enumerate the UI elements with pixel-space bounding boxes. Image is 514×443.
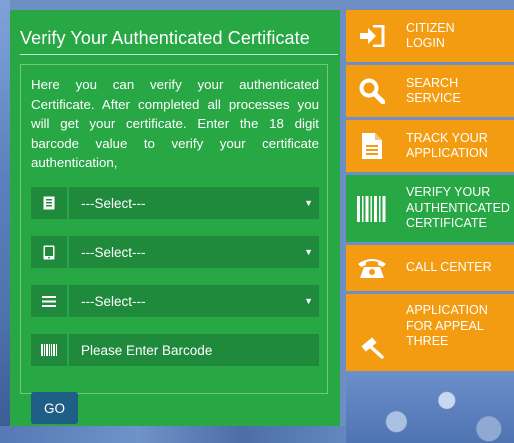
- document-icon: [31, 187, 67, 219]
- select-value-2: ---Select---: [81, 244, 146, 260]
- gavel-icon: [346, 333, 398, 371]
- menu-item-appeal-three[interactable]: APPLICATION FOR APPEAL THREE: [346, 294, 514, 371]
- menu-item-verify-certificate[interactable]: VERIFY YOUR AUTHENTICATED CERTIFICATE: [346, 175, 514, 242]
- select-dropdown-1[interactable]: ---Select--- ▼: [69, 187, 319, 219]
- select-row-1: ---Select--- ▼: [31, 187, 319, 219]
- menu-label-citizen-login: CITIZEN LOGIN: [406, 20, 455, 51]
- verify-form: Here you can verify your authenticated C…: [20, 64, 328, 424]
- go-button[interactable]: GO: [31, 392, 78, 424]
- panel-title: Verify Your Authenticated Certificate: [20, 28, 310, 48]
- background-photo-right: [346, 372, 514, 443]
- login-icon: [346, 25, 398, 47]
- menu-label-search-service: SEARCH SERVICE: [406, 75, 461, 106]
- barcode-row: Please Enter Barcode: [31, 334, 319, 366]
- side-menu: CITIZEN LOGIN SEARCH SERVICE TRACK YOUR …: [346, 10, 514, 374]
- list-icon: [31, 285, 67, 317]
- caret-down-icon: ▼: [304, 247, 313, 257]
- menu-item-search-service[interactable]: SEARCH SERVICE: [346, 65, 514, 117]
- select-dropdown-2[interactable]: ---Select--- ▼: [69, 236, 319, 268]
- barcode-icon: [346, 195, 398, 222]
- document-icon: [346, 132, 398, 160]
- barcode-icon: [31, 334, 67, 366]
- select-row-3: ---Select--- ▼: [31, 285, 319, 317]
- select-value-1: ---Select---: [81, 195, 146, 211]
- intro-text: Here you can verify your authenticated C…: [31, 77, 319, 171]
- barcode-placeholder: Please Enter Barcode: [81, 342, 213, 358]
- select-dropdown-3[interactable]: ---Select--- ▼: [69, 285, 319, 317]
- background-photo-left: [0, 0, 10, 443]
- verify-panel: Verify Your Authenticated Certificate He…: [10, 10, 340, 426]
- menu-label-appeal-three: APPLICATION FOR APPEAL THREE: [406, 303, 488, 348]
- menu-label-verify-certificate: VERIFY YOUR AUTHENTICATED CERTIFICATE: [406, 185, 510, 231]
- search-icon: [346, 78, 398, 104]
- barcode-input[interactable]: Please Enter Barcode: [69, 334, 319, 366]
- menu-item-citizen-login[interactable]: CITIZEN LOGIN: [346, 10, 514, 62]
- tablet-icon: [31, 236, 67, 268]
- background-photo-bottom: [0, 426, 346, 443]
- select-value-3: ---Select---: [81, 293, 146, 309]
- caret-down-icon: ▼: [304, 296, 313, 306]
- title-divider: [20, 54, 338, 55]
- select-row-2: ---Select--- ▼: [31, 236, 319, 268]
- menu-item-call-center[interactable]: CALL CENTER: [346, 245, 514, 291]
- phone-icon: [346, 256, 398, 280]
- caret-down-icon: ▼: [304, 198, 313, 208]
- menu-item-track-application[interactable]: TRACK YOUR APPLICATION: [346, 120, 514, 172]
- menu-label-call-center: CALL CENTER: [406, 260, 492, 275]
- menu-label-track-application: TRACK YOUR APPLICATION: [406, 130, 488, 161]
